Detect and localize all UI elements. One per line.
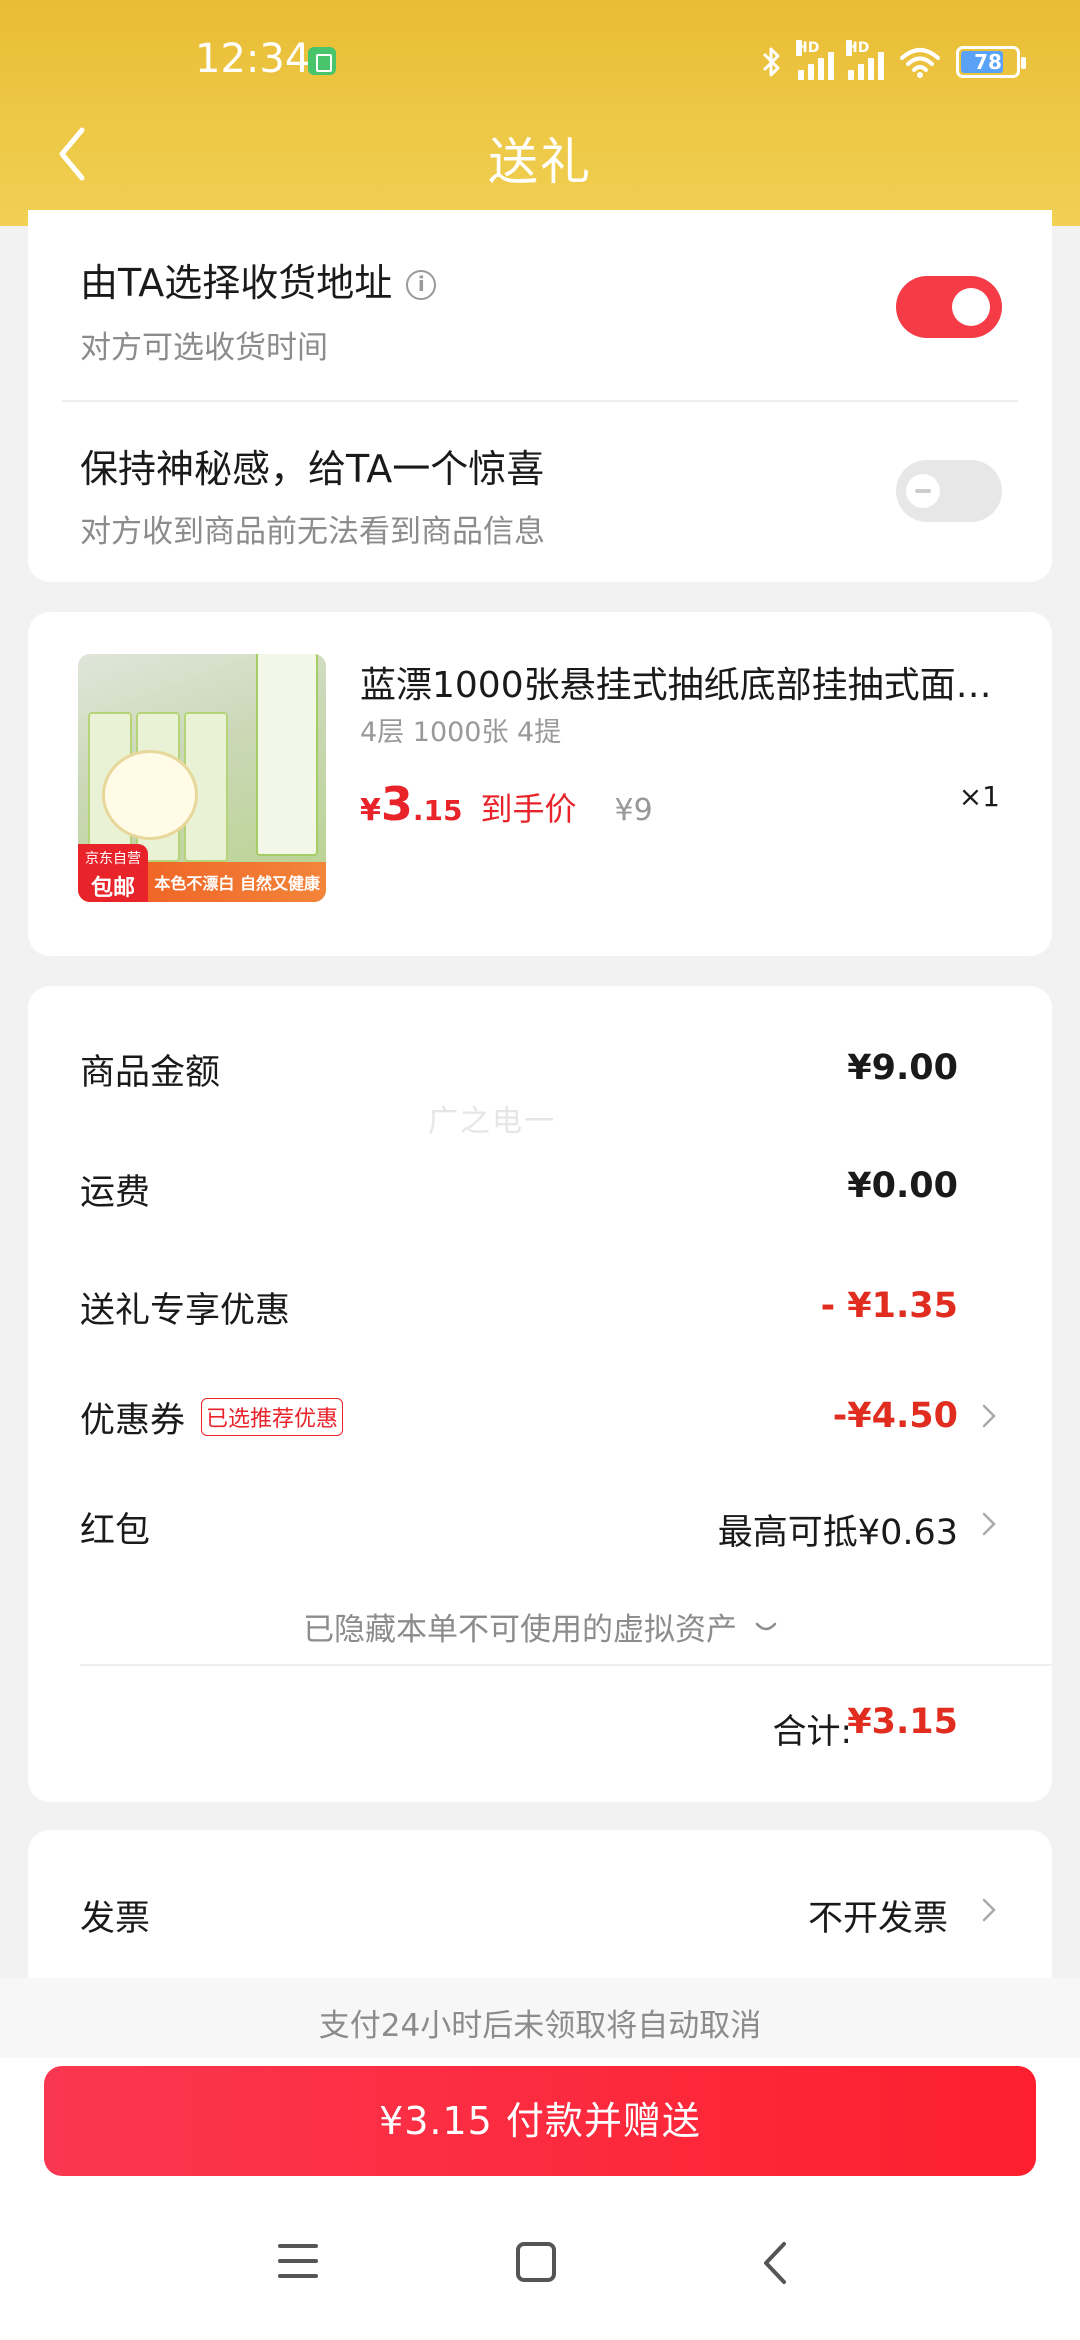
chevron-right-icon[interactable] xyxy=(982,1512,996,1536)
invoice-value[interactable]: 不开发票 xyxy=(808,1890,948,1941)
gift-discount-label: 送礼专享优惠 xyxy=(80,1291,291,1331)
status-bar: 12:34 HD HD 78 xyxy=(0,30,1080,94)
wifi-icon xyxy=(900,48,940,78)
shipping-value: ¥0.00 xyxy=(847,1166,958,1206)
total-label: 合计: xyxy=(772,1712,852,1752)
quantity: ×1 xyxy=(958,780,1000,813)
red-packet-value[interactable]: 最高可抵¥0.63 xyxy=(718,1504,958,1555)
page-title: 送礼 xyxy=(488,133,592,191)
hidden-assets-text: 已隐藏本单不可使用的虚拟资产 xyxy=(303,1612,738,1648)
pay-and-gift-button[interactable]: ¥3.15 付款并赠送 xyxy=(44,2066,1036,2176)
badge-top: 京东自营 xyxy=(85,851,141,867)
product-image[interactable]: 本色不漂白 自然又健康 京东自营 包邮 xyxy=(78,654,326,902)
gift-discount-value: - ¥1.35 xyxy=(820,1286,958,1326)
info-icon[interactable]: i xyxy=(406,270,437,300)
original-price: ¥9 xyxy=(614,793,653,828)
goods-amount-value: ¥9.00 xyxy=(847,1048,958,1088)
chevron-down-icon xyxy=(755,1622,777,1631)
battery-level: 78 xyxy=(974,50,1002,74)
product-image-badge: 京东自营 包邮 xyxy=(78,844,148,902)
cost-card: 广之电一 商品金额 ¥9.00 运费 ¥0.00 送礼专享优惠 - ¥1.35 … xyxy=(28,986,1052,1802)
status-time: 12:34 xyxy=(195,36,311,82)
price-label: 到手价 xyxy=(480,790,577,828)
signal-icon: HD xyxy=(796,40,834,80)
mystery-toggle[interactable] xyxy=(896,460,1002,522)
coupon-label: 优惠券 xyxy=(80,1401,186,1441)
price-currency: ¥ xyxy=(360,793,381,828)
option-mystery-title: 保持神秘感，给TA一个惊喜 xyxy=(80,447,545,491)
price-decimal: .15 xyxy=(412,794,463,827)
menu-icon[interactable] xyxy=(278,2244,318,2280)
system-back-icon[interactable] xyxy=(760,2240,790,2286)
option-recipient-address: 由TA选择收货地址 i xyxy=(80,252,437,307)
product-spec: 4层 1000张 4提 xyxy=(360,717,562,748)
option-mystery-subtitle: 对方收到商品前无法看到商品信息 xyxy=(80,514,545,550)
divider xyxy=(62,400,1018,402)
bottom-panel: 支付24小时后未领取将自动取消 ¥3.15 付款并赠送 xyxy=(0,1978,1080,2340)
goods-amount-label: 商品金额 xyxy=(80,1053,221,1093)
gift-options-card: 由TA选择收货地址 i 对方可选收货时间 保持神秘感，给TA一个惊喜 对方收到商品… xyxy=(28,210,1052,582)
hidden-assets-toggle[interactable]: 已隐藏本单不可使用的虚拟资产 xyxy=(28,1604,1052,1649)
system-nav-bar xyxy=(0,2218,1080,2318)
invoice-label: 发票 xyxy=(80,1899,151,1939)
cancel-notice: 支付24小时后未领取将自动取消 xyxy=(318,2008,762,2044)
signal-icon-2: HD xyxy=(846,40,884,80)
header: 12:34 HD HD 78 送礼 xyxy=(0,0,1080,226)
total-value: ¥3.15 xyxy=(847,1702,958,1742)
signal-hd-label: HD xyxy=(796,40,820,56)
product-image-strip: 本色不漂白 自然又健康 xyxy=(154,874,320,893)
product-card[interactable]: 本色不漂白 自然又健康 京东自营 包邮 蓝漂1000张悬挂式抽纸底部挂抽式面… … xyxy=(28,612,1052,956)
shipping-label: 运费 xyxy=(80,1173,151,1213)
price-row: ¥ 3 .15 到手价 ¥9 xyxy=(360,777,653,831)
battery-icon: 78 xyxy=(956,46,1026,78)
coupon-value[interactable]: -¥4.50 xyxy=(833,1396,958,1436)
signal-hd-label-2: HD xyxy=(846,40,870,56)
coupon-tag: 已选推荐优惠 xyxy=(201,1398,344,1436)
red-packet-label: 红包 xyxy=(80,1511,151,1551)
price-integer: 3 xyxy=(380,777,413,831)
status-icons: HD HD 78 xyxy=(760,40,1026,84)
bluetooth-icon xyxy=(762,47,780,77)
chevron-right-icon[interactable] xyxy=(982,1898,996,1922)
recipient-address-toggle[interactable] xyxy=(896,276,1002,338)
chevron-right-icon[interactable] xyxy=(982,1404,996,1428)
divider xyxy=(80,1664,1052,1666)
option-recipient-address-subtitle: 对方可选收货时间 xyxy=(80,330,328,366)
product-title[interactable]: 蓝漂1000张悬挂式抽纸底部挂抽式面… xyxy=(360,656,1010,708)
home-icon[interactable] xyxy=(516,2242,556,2282)
coupon-row[interactable]: 优惠券 已选推荐优惠 xyxy=(80,1392,344,1443)
notification-icon xyxy=(308,47,336,75)
option-recipient-address-title: 由TA选择收货地址 xyxy=(80,261,393,305)
watermark: 广之电一 xyxy=(428,1104,556,1139)
badge-bottom: 包邮 xyxy=(90,876,135,901)
